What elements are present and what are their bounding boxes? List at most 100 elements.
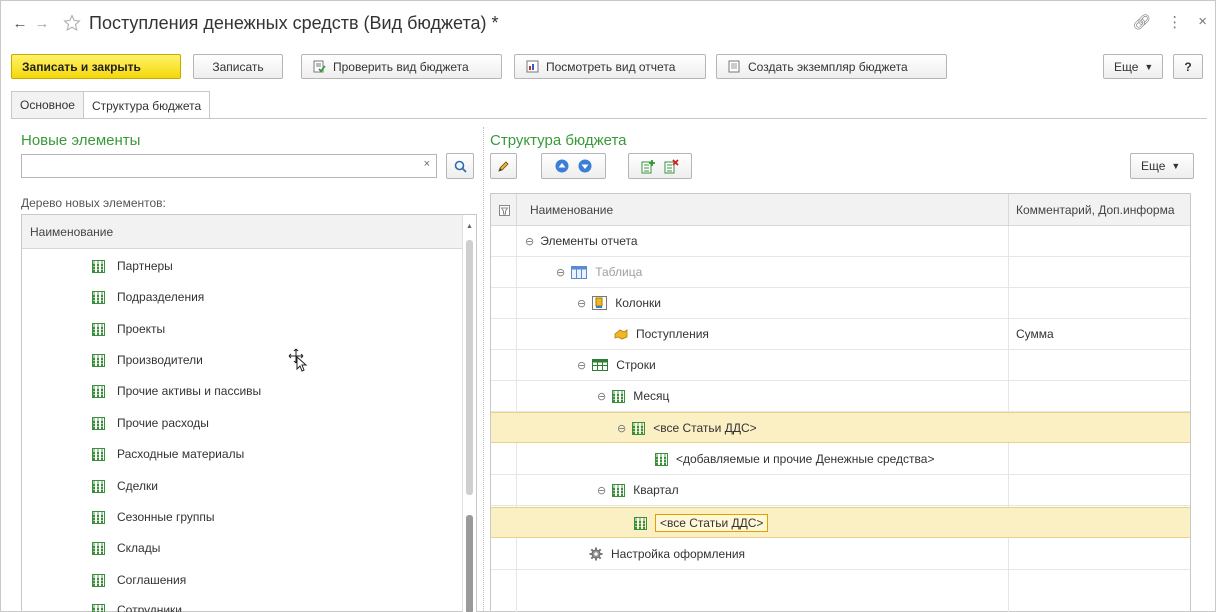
table-row[interactable]: ⊖ Колонки (491, 288, 1190, 319)
scroll-thumb[interactable] (466, 515, 473, 612)
more-button[interactable]: Еще ▼ (1103, 54, 1163, 79)
dimension-icon (92, 290, 105, 304)
table-row-selected[interactable]: ⊖ <все Статьи ДДС> (491, 412, 1190, 443)
list-item-label: Сотрудники (117, 603, 182, 612)
collapse-icon[interactable]: ⊖ (597, 484, 606, 497)
structure-more-button[interactable]: Еще ▼ (1130, 153, 1194, 179)
list-item[interactable]: Сделки (92, 475, 158, 497)
table-row-selected[interactable]: <все Статьи ДДС> (491, 507, 1190, 538)
move-up-icon[interactable] (555, 159, 569, 173)
search-input[interactable]: × (21, 154, 437, 178)
list-item[interactable]: Расходные материалы (92, 443, 244, 465)
dimension-icon (612, 389, 626, 403)
back-arrow-icon[interactable]: ← (9, 12, 31, 34)
collapse-icon[interactable]: ⊖ (525, 235, 534, 248)
save-and-close-button[interactable]: Записать и закрыть (11, 54, 181, 79)
table-row[interactable]: ⊖ Таблица (491, 257, 1190, 288)
table-row[interactable]: ⊖ Квартал (491, 475, 1190, 506)
list-item[interactable]: Прочие активы и пассивы (92, 380, 261, 402)
list-item-label: Расходные материалы (117, 447, 245, 461)
save-button[interactable]: Записать (193, 54, 283, 79)
column-header-name[interactable]: Наименование (530, 194, 613, 226)
list-item[interactable]: Склады (92, 537, 160, 559)
list-item[interactable]: Производители (92, 349, 203, 371)
columns-icon (592, 296, 608, 310)
move-down-icon[interactable] (578, 159, 592, 173)
collapse-icon[interactable]: ⊖ (577, 297, 586, 310)
link-icon[interactable]: 🔗︎ (1132, 13, 1151, 31)
tab-main[interactable]: Основное (11, 91, 84, 118)
list-item-label: Проекты (117, 322, 166, 336)
column-settings-icon[interactable] (498, 194, 511, 226)
close-icon[interactable]: × (1198, 13, 1207, 31)
new-elements-tree: Наименование Партнеры Подразделения Прое… (21, 214, 477, 612)
row-name: <добавляемые и прочие Денежные средства> (676, 452, 935, 466)
row-name: Квартал (633, 483, 679, 497)
forward-arrow-icon[interactable]: → (31, 12, 53, 34)
tab-budget-structure[interactable]: Структура бюджета (82, 91, 211, 119)
row-name: Колонки (615, 296, 662, 310)
title-bar: ← → Поступления денежных средств (Вид бю… (1, 1, 1215, 45)
new-elements-title: Новые элементы (21, 132, 141, 149)
element-buttons-group (628, 153, 692, 179)
rows-icon (592, 359, 609, 371)
table-row[interactable]: ⊖ Месяц (491, 381, 1190, 412)
scroll-up-icon[interactable]: ▲ (466, 223, 473, 230)
edit-button[interactable] (490, 153, 517, 179)
create-budget-instance-button[interactable]: Создать экземпляр бюджета (716, 54, 947, 79)
left-scrollbar[interactable]: ▲ (462, 215, 476, 612)
column-header-name[interactable]: Наименование (22, 215, 476, 249)
collapse-icon[interactable]: ⊖ (597, 390, 606, 403)
clear-icon[interactable]: × (424, 158, 430, 170)
list-item[interactable]: Прочие расходы (92, 412, 209, 434)
more-menu-icon[interactable]: ⋮ (1167, 13, 1182, 31)
row-name: Поступления (636, 327, 709, 341)
collapse-icon[interactable]: ⊖ (556, 266, 565, 279)
report-icon (525, 60, 539, 74)
list-item[interactable]: Сотрудники (92, 599, 182, 612)
move-buttons-group (541, 153, 606, 179)
favorite-star-icon[interactable] (61, 12, 83, 34)
list-item[interactable]: Подразделения (92, 286, 204, 308)
list-item[interactable]: Соглашения (92, 569, 186, 591)
help-button[interactable]: ? (1173, 54, 1203, 79)
collapse-icon[interactable]: ⊖ (617, 422, 626, 435)
dimension-icon (612, 483, 626, 497)
dimension-icon (632, 421, 646, 435)
check-budget-view-button[interactable]: Проверить вид бюджета (301, 54, 502, 79)
resource-icon (614, 328, 628, 340)
table-row[interactable]: Поступления Сумма (491, 319, 1190, 350)
remove-element-icon[interactable] (664, 158, 679, 174)
list-item-label: Производители (117, 353, 203, 367)
document-icon (727, 60, 741, 74)
table-row[interactable]: ⊖ Строки (491, 350, 1190, 381)
list-item-label: Сделки (117, 479, 158, 493)
budget-structure-title: Структура бюджета (490, 132, 627, 149)
list-item[interactable]: Проекты (92, 318, 165, 340)
add-element-icon[interactable] (641, 159, 656, 174)
window-title: Поступления денежных средств (Вид бюджет… (89, 12, 499, 33)
row-comment: Сумма (1016, 327, 1054, 341)
pane-splitter[interactable] (483, 127, 484, 612)
table-row[interactable]: Настройка оформления (491, 539, 1190, 570)
row-name: <все Статьи ДДС> (655, 514, 769, 532)
command-bar: Записать и закрыть Записать Проверить ви… (11, 54, 1207, 80)
app-window: ← → Поступления денежных средств (Вид бю… (0, 0, 1216, 612)
view-report-button[interactable]: Посмотреть вид отчета (514, 54, 706, 79)
collapse-icon[interactable]: ⊖ (577, 359, 586, 372)
table-row[interactable]: ⊖ Элементы отчета (491, 226, 1190, 257)
table-row[interactable]: <добавляемые и прочие Денежные средства> (491, 444, 1190, 475)
dimension-icon (92, 479, 105, 493)
search-button[interactable] (446, 153, 474, 179)
dimension-icon (92, 447, 105, 461)
check-budget-view-label: Проверить вид бюджета (333, 59, 469, 74)
check-document-icon (312, 60, 326, 74)
view-report-label: Посмотреть вид отчета (546, 59, 676, 74)
list-item-label: Склады (117, 541, 161, 555)
list-item[interactable]: Партнеры (92, 255, 173, 277)
column-header-comment[interactable]: Комментарий, Доп.информа (1016, 194, 1175, 226)
list-item-label: Прочие расходы (117, 416, 209, 430)
list-item[interactable]: Сезонные группы (92, 506, 215, 528)
dimension-icon (92, 259, 105, 273)
list-item-label: Сезонные группы (117, 510, 215, 524)
